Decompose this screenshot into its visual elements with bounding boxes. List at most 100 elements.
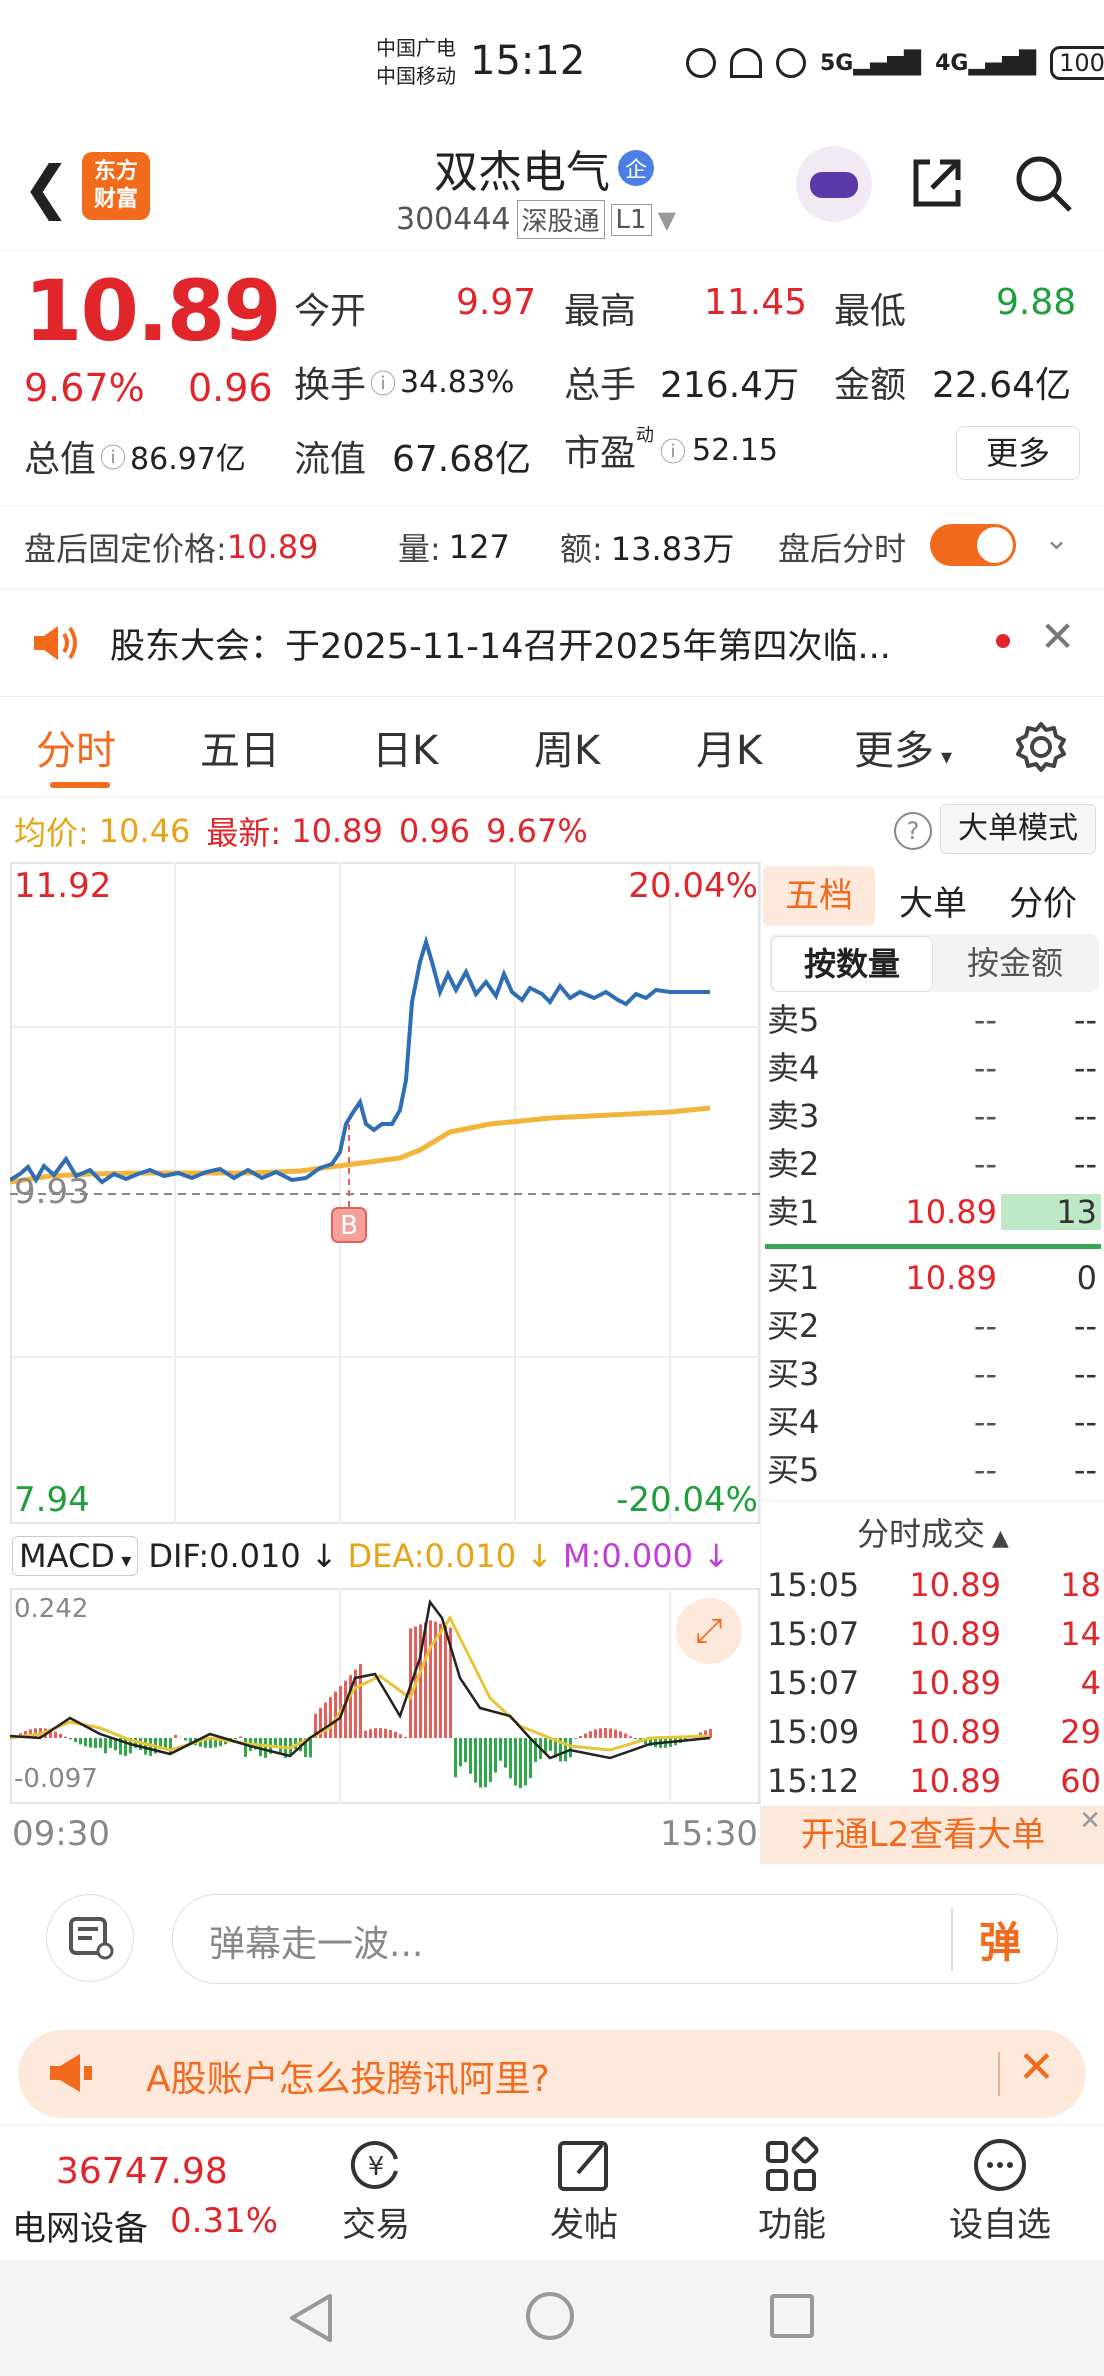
macd-selector[interactable]: MACD ▾	[12, 1536, 139, 1576]
more-button[interactable]: 更多	[956, 426, 1080, 480]
nav-post[interactable]: 发帖	[524, 2135, 644, 2246]
bid-row: 买1 10.89 0	[761, 1254, 1101, 1302]
nav-features[interactable]: 功能	[732, 2135, 852, 2246]
amount-label: 金额	[834, 365, 907, 406]
stock-code: 300444	[396, 202, 511, 237]
y-min-label: 7.94	[14, 1480, 90, 1520]
tab-by-amount[interactable]: 按金额	[935, 936, 1095, 990]
intraday-chart[interactable]: B 11.92 20.04% 9.93 7.94 -20.04%	[8, 862, 760, 1524]
nav-recents-icon[interactable]	[770, 2294, 814, 2338]
bid-level-label: 买3	[767, 1355, 820, 1393]
notice-bar[interactable]: 股东大会：于2025-11-14召开2025年第四次临... ✕	[0, 590, 1104, 697]
chevron-down-icon[interactable]: ⌄	[1044, 522, 1069, 557]
big-order-mode-button[interactable]: 大单模式	[940, 804, 1096, 854]
macd-bar	[54, 1731, 57, 1738]
tab-5day[interactable]: 五日	[200, 718, 280, 776]
settings-gear-icon[interactable]	[1014, 720, 1068, 778]
chevron-down-icon[interactable]: ▼	[658, 206, 676, 234]
danmu-send-button[interactable]: 弹	[979, 1909, 1021, 1970]
high-value: 11.45	[704, 282, 808, 323]
status-icons: 5G▂▄▆█ 4G▂▄▆█ 100 ϟ	[686, 46, 1104, 80]
search-icon[interactable]	[1012, 152, 1074, 214]
after-hours-toggle[interactable]	[930, 524, 1016, 566]
macd-bar	[399, 1734, 402, 1738]
macd-bar	[584, 1733, 587, 1738]
close-icon[interactable]: ✕	[1079, 1806, 1101, 1836]
macd-chart[interactable]: 0.242 -0.097 ⤢	[9, 1588, 760, 1804]
sector-index[interactable]: 36747.98 电网设备 0.31%	[0, 2125, 278, 2261]
macd-legend: MACD ▾ DIF:0.010 ↓ DEA:0.010 ↓ M:0.000 ↓	[12, 1536, 730, 1576]
tab-more[interactable]: 更多 ▾	[854, 718, 952, 776]
sector-index-value: 36747.98	[56, 2151, 228, 2192]
danmu-settings-icon[interactable]	[46, 1894, 134, 1982]
macd-bar	[544, 1738, 547, 1753]
tab-intraday[interactable]: 分时	[36, 718, 116, 776]
danmu-input[interactable]: 弹幕走一波... 弹	[172, 1894, 1058, 1984]
tab-by-quantity[interactable]: 按数量	[771, 936, 933, 992]
app-logo[interactable]: 东方 财富	[82, 152, 150, 220]
macd-bar	[239, 1736, 242, 1738]
macd-bar	[504, 1738, 507, 1768]
stock-header: ❮ 东方 财富 双杰电气 企 300444 深股通 L1 ▼	[0, 130, 1104, 251]
macd-bar	[514, 1738, 517, 1786]
info-icon[interactable]: ⓘ	[370, 364, 396, 401]
trade-row: 15:07 10.89 4	[761, 1659, 1104, 1708]
macd-bar	[359, 1664, 362, 1738]
avg-value: 10.46	[98, 812, 191, 850]
change-amount: 0.96	[188, 366, 273, 410]
last-value: 10.89	[291, 812, 383, 850]
back-button[interactable]: ❮	[22, 158, 71, 216]
tab-price-dist[interactable]: 分价	[1009, 876, 1077, 925]
volume-value: 216.4万	[660, 365, 800, 406]
share-icon[interactable]	[908, 154, 966, 212]
macd-bar	[524, 1738, 527, 1786]
trade-row: 15:12 10.89 60	[761, 1757, 1104, 1806]
close-icon[interactable]: ✕	[1040, 612, 1075, 661]
last-label: 最新:	[206, 814, 282, 852]
macd-bar	[619, 1731, 622, 1738]
nav-trade-label: 交易	[342, 2205, 410, 2245]
assistant-avatar-icon[interactable]	[796, 146, 872, 222]
l2-upsell[interactable]: 开通L2查看大单 ✕	[761, 1806, 1104, 1864]
tab-five-levels[interactable]: 五档	[763, 866, 875, 926]
macd-bar	[144, 1738, 147, 1755]
macd-bar	[484, 1738, 487, 1788]
nav-home-icon[interactable]	[526, 2292, 574, 2340]
macd-bar	[594, 1729, 597, 1738]
trades-title[interactable]: 分时成交 ▲	[761, 1501, 1104, 1555]
expand-icon[interactable]: ⤢	[676, 1598, 742, 1664]
logo-text-1: 东方	[93, 159, 138, 184]
nav-back-icon[interactable]	[286, 2292, 336, 2348]
macd-bar	[499, 1738, 502, 1761]
tab-monthly-k[interactable]: 月K	[696, 718, 762, 776]
ask-row: 卖4 -- --	[761, 1044, 1101, 1092]
sector-pct: 0.31%	[170, 2201, 279, 2241]
intraday-chart-svg: B	[8, 862, 760, 1524]
carrier-2: 中国移动	[376, 64, 456, 88]
close-icon[interactable]: ✕	[1018, 2042, 1055, 2093]
trade-time: 15:12	[767, 1762, 860, 1800]
enterprise-badge: 企	[618, 150, 654, 186]
info-icon[interactable]: ⓘ	[660, 432, 686, 469]
danmu-placeholder: 弹幕走一波...	[209, 1924, 424, 1965]
ad-divider	[998, 2052, 1000, 2096]
nav-features-label: 功能	[758, 2205, 826, 2245]
bid-price: --	[973, 1307, 997, 1345]
nav-trade[interactable]: ¥ 交易	[316, 2135, 436, 2246]
ask-level-label: 卖3	[767, 1097, 820, 1135]
orderbook-subtabs: 按数量 按金额	[769, 934, 1099, 992]
help-icon[interactable]: ?	[894, 812, 932, 850]
tab-daily-k[interactable]: 日K	[372, 718, 438, 776]
macd-dif: DIF:0.010	[148, 1537, 301, 1575]
trade-row: 15:05 10.89 18	[761, 1561, 1104, 1610]
ask-volume: --	[1073, 1097, 1097, 1135]
info-icon[interactable]: ⓘ	[100, 438, 126, 475]
ad-text: A股账户怎么投腾讯阿里?	[146, 2059, 550, 2100]
tab-big-orders[interactable]: 大单	[899, 876, 967, 925]
nav-add-watchlist[interactable]: 设自选	[940, 2135, 1060, 2246]
macd-bar	[84, 1738, 87, 1747]
ad-banner[interactable]: A股账户怎么投腾讯阿里? ✕	[18, 2030, 1086, 2118]
tab-weekly-k[interactable]: 周K	[534, 718, 600, 776]
macd-bar	[244, 1738, 247, 1757]
bid-row: 买5 -- --	[761, 1446, 1101, 1494]
